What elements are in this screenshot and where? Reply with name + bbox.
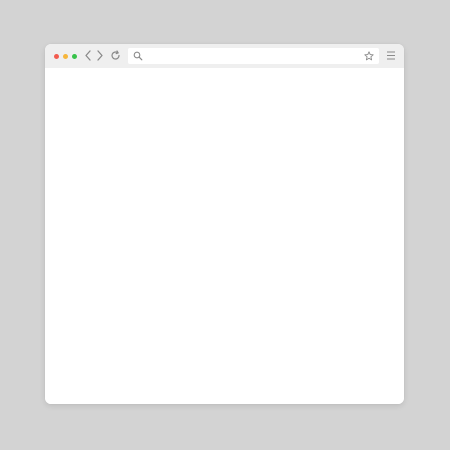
forward-arrow-icon[interactable] bbox=[96, 50, 104, 61]
back-arrow-icon[interactable] bbox=[84, 50, 92, 61]
browser-toolbar bbox=[45, 44, 404, 68]
close-window-dot[interactable] bbox=[54, 54, 59, 59]
hamburger-menu-icon[interactable] bbox=[386, 51, 396, 60]
star-icon[interactable] bbox=[364, 51, 374, 61]
maximize-window-dot[interactable] bbox=[72, 54, 77, 59]
address-input[interactable] bbox=[146, 48, 356, 64]
page-content-area bbox=[45, 68, 404, 404]
reload-icon[interactable] bbox=[110, 50, 121, 61]
search-icon bbox=[133, 51, 143, 61]
browser-window bbox=[45, 44, 404, 404]
minimize-window-dot[interactable] bbox=[63, 54, 68, 59]
address-bar[interactable] bbox=[128, 48, 379, 64]
